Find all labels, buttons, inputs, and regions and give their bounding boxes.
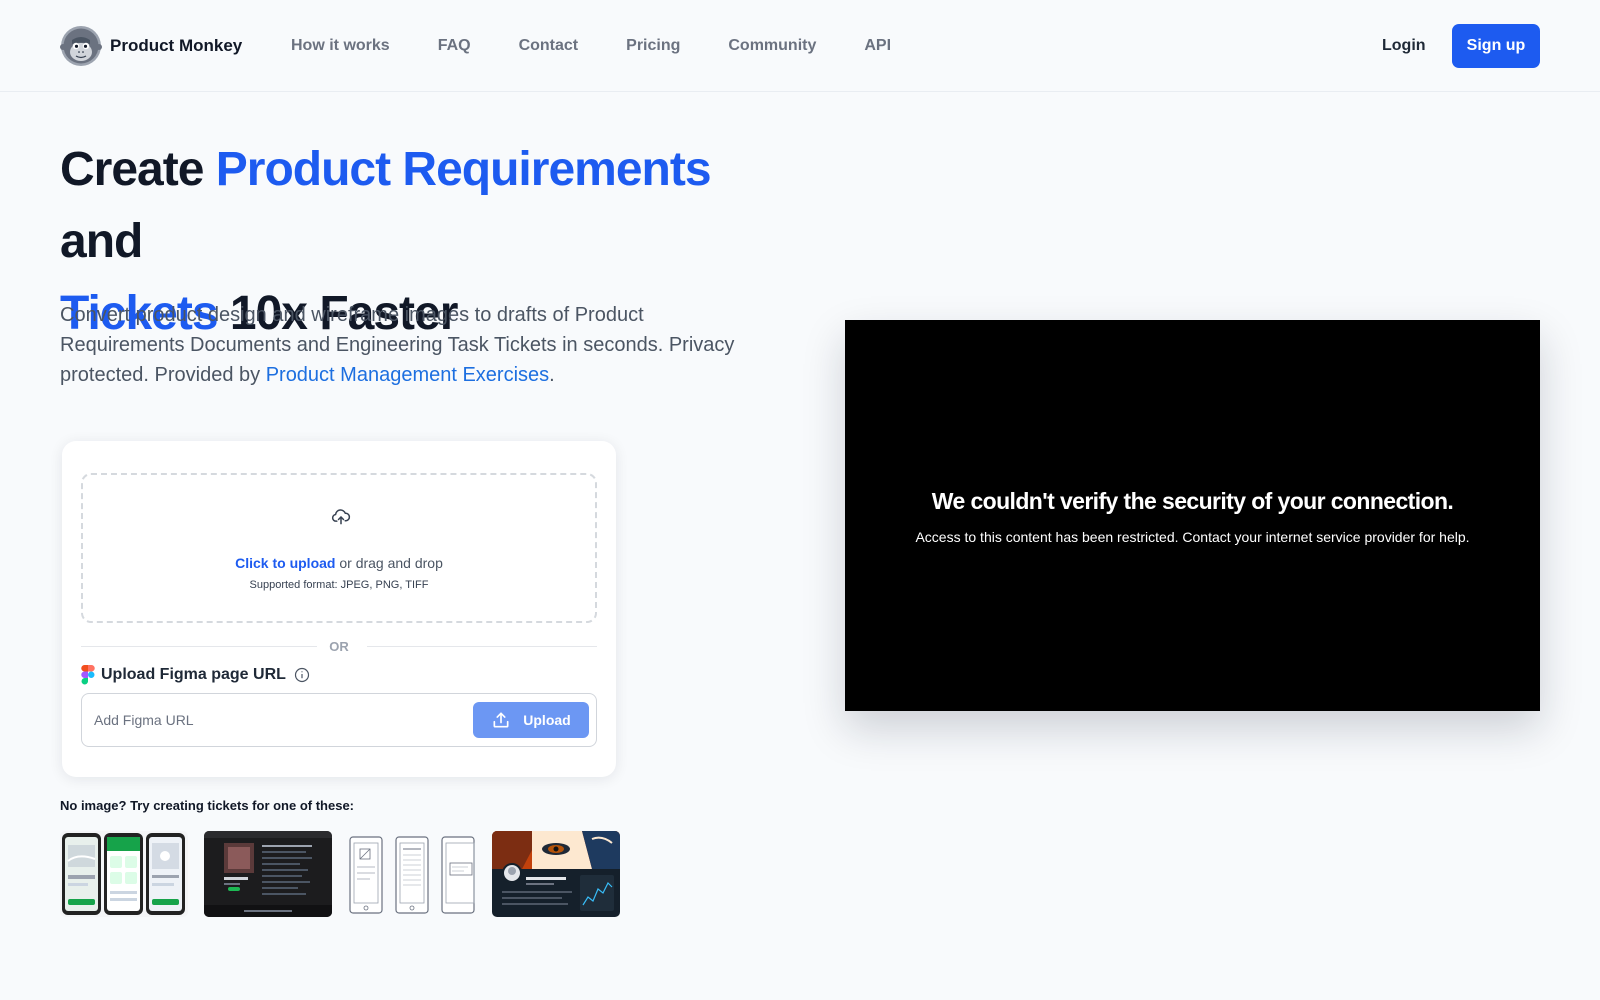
figma-url-field: Upload	[81, 693, 597, 747]
sample-mobile-app-screens[interactable]	[60, 831, 188, 917]
monkey-logo-icon	[60, 26, 102, 66]
nav-link-faq[interactable]: FAQ	[438, 37, 471, 55]
figma-url-label-row: Upload Figma page URL	[81, 665, 310, 685]
headline-accent-1: Product Requirements	[215, 143, 712, 196]
sample-phone-wireframes[interactable]	[348, 831, 476, 917]
figma-url-input[interactable]	[94, 702, 464, 738]
cloud-upload-icon	[331, 509, 351, 525]
supported-formats: Supported format: JPEG, PNG, TIFF	[249, 579, 429, 591]
sample-dark-music-app[interactable]	[204, 831, 332, 917]
dropzone-instructions: Click to upload or drag and drop	[83, 555, 595, 571]
image-dropzone[interactable]: Click to upload or drag and drop Support…	[81, 473, 597, 623]
nav-link-api[interactable]: API	[864, 37, 891, 55]
samples-heading: No image? Try creating tickets for one o…	[60, 798, 355, 813]
nav-link-contact[interactable]: Contact	[519, 37, 579, 55]
signup-button[interactable]: Sign up	[1452, 24, 1540, 68]
pm-exercises-link[interactable]: Product Management Exercises	[266, 364, 549, 386]
nav-link-community[interactable]: Community	[728, 37, 816, 55]
connection-error-message: Access to this content has been restrict…	[915, 529, 1470, 545]
nav-links: How it works FAQ Contact Pricing Communi…	[291, 37, 939, 55]
figma-icon	[81, 665, 95, 685]
upload-card: Click to upload or drag and drop Support…	[62, 441, 616, 777]
brand[interactable]: Product Monkey	[60, 25, 242, 67]
connection-error-title: We couldn't verify the security of your …	[931, 488, 1454, 514]
or-divider: OR	[81, 639, 597, 654]
figma-url-label: Upload Figma page URL	[101, 666, 286, 683]
description-end: .	[549, 364, 555, 386]
headline-text-1: Create	[60, 143, 216, 196]
brand-name: Product Monkey	[110, 36, 243, 55]
figma-upload-button[interactable]: Upload	[473, 702, 589, 738]
drag-drop-text: or drag and drop	[335, 555, 443, 571]
upload-icon	[493, 712, 509, 728]
video-embed[interactable]: We couldn't verify the security of your …	[845, 320, 1540, 711]
nav-link-how-it-works[interactable]: How it works	[291, 37, 390, 55]
click-to-upload-link[interactable]: Click to upload	[235, 555, 335, 571]
sample-illustrated-social-profile[interactable]	[492, 831, 620, 917]
info-icon[interactable]	[294, 667, 310, 683]
login-link[interactable]: Login	[1382, 37, 1426, 55]
upload-button-label: Upload	[523, 712, 571, 728]
headline-text-2: and	[60, 215, 143, 268]
top-navbar: Product Monkey How it works FAQ Contact …	[0, 0, 1600, 92]
nav-link-pricing[interactable]: Pricing	[626, 37, 680, 55]
hero-description: Convert product design and wireframe ima…	[60, 300, 760, 390]
divider-line-right	[367, 646, 597, 647]
